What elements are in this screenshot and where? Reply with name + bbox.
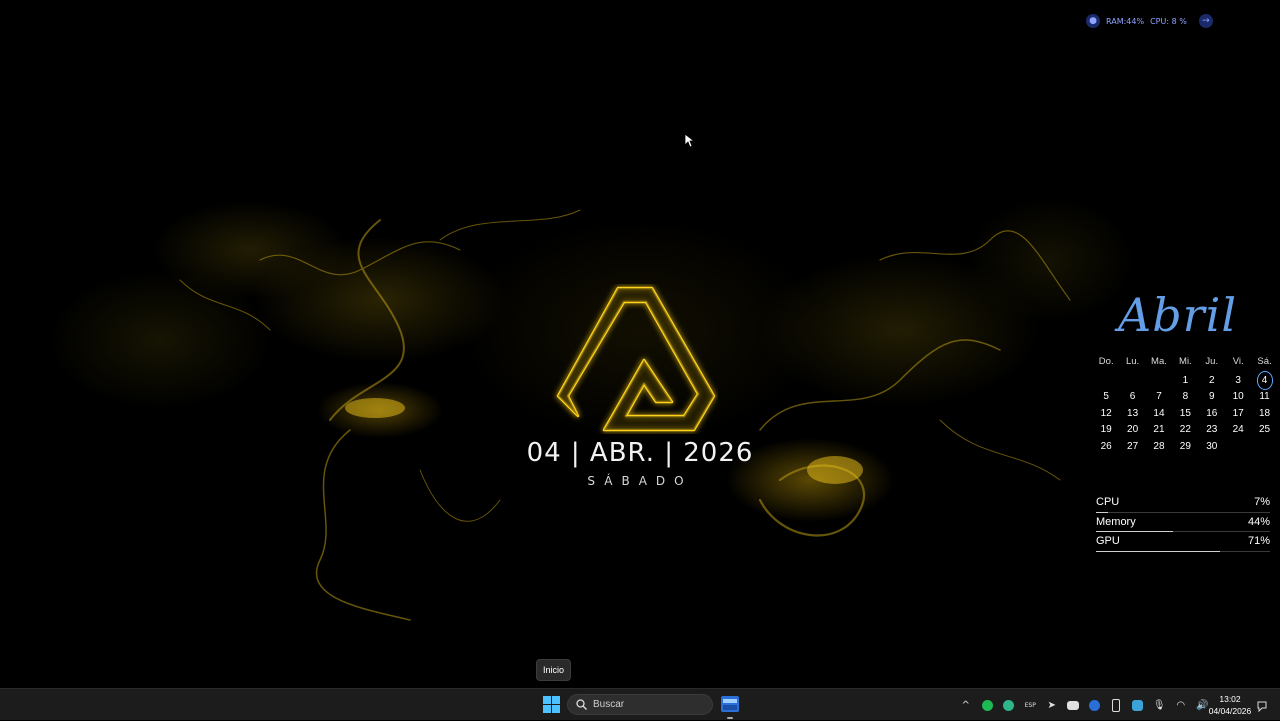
- calendar-day[interactable]: 28: [1146, 438, 1172, 455]
- calendar-day: [1093, 372, 1119, 389]
- calendar-day[interactable]: 17: [1225, 405, 1251, 422]
- telegram-icon[interactable]: ➤: [1041, 689, 1063, 721]
- steam-icon[interactable]: [1084, 689, 1106, 721]
- spotify-icon[interactable]: [977, 689, 999, 721]
- calendar-day[interactable]: 26: [1093, 438, 1119, 455]
- calendar-day[interactable]: 24: [1225, 422, 1251, 439]
- calendar-month-title: Abril: [1118, 288, 1238, 342]
- date-display: 04 | ABR. | 2026: [526, 438, 754, 468]
- search-icon: [576, 699, 587, 710]
- stat-bar-fill: [1096, 550, 1220, 552]
- calendar-day[interactable]: 8: [1172, 389, 1198, 406]
- taskbar-clock[interactable]: 13:02 04/04/2026: [1206, 693, 1254, 717]
- calendar-weekday-header: Ju.: [1205, 355, 1219, 367]
- search-input[interactable]: Buscar: [567, 694, 713, 715]
- start-button[interactable]: [540, 693, 562, 715]
- stat-label: GPU: [1096, 535, 1120, 547]
- keyboard-icon[interactable]: ESP: [1020, 689, 1042, 721]
- edge-icon[interactable]: [998, 689, 1020, 721]
- calendar-day: [1119, 372, 1145, 389]
- stat-bar-fill: [1096, 511, 1109, 513]
- discord-icon[interactable]: [1063, 689, 1085, 721]
- system-monitor-widget[interactable]: ● RAM:44% CPU: 8 % →: [1086, 12, 1213, 30]
- stat-label: Memory: [1096, 515, 1136, 528]
- calendar-day[interactable]: 1: [1172, 372, 1198, 389]
- calendar-day[interactable]: 25: [1251, 422, 1277, 439]
- calendar-weekday-header: Lu.: [1125, 355, 1140, 367]
- skype-icon[interactable]: [1127, 689, 1149, 721]
- calendar-day[interactable]: 6: [1119, 389, 1145, 406]
- calendar-day[interactable]: 14: [1146, 405, 1172, 422]
- calendar-day: [1225, 438, 1251, 455]
- calendar-day[interactable]: 16: [1199, 405, 1225, 422]
- calendar-day[interactable]: 22: [1172, 422, 1198, 439]
- stat-label: CPU: [1096, 496, 1120, 508]
- stat-row-memory: Memory 44%: [1096, 515, 1270, 535]
- mouse-cursor-icon: [684, 133, 694, 148]
- stat-value: 7%: [1254, 496, 1270, 508]
- calendar-weekday-header: Mi.: [1179, 355, 1192, 367]
- calendar-weekday-header: Sá.: [1257, 355, 1272, 367]
- calendar-day[interactable]: 15: [1172, 405, 1198, 422]
- calendar-weekday-header: Vi.: [1232, 355, 1244, 367]
- calendar-day[interactable]: 29: [1172, 438, 1198, 455]
- microphone-icon[interactable]: 🎙: [1149, 689, 1171, 721]
- calendar-weekday-header: Ma.: [1151, 355, 1167, 367]
- weekday-display: SÁBADO: [587, 474, 693, 488]
- calendar-day[interactable]: 5: [1093, 389, 1119, 406]
- calendar-day[interactable]: 4: [1251, 371, 1277, 390]
- calendar-day: [1251, 438, 1277, 455]
- calendar-day[interactable]: 2: [1199, 372, 1225, 389]
- calendar-day[interactable]: 23: [1199, 422, 1225, 439]
- calendar-weekday-header: Do.: [1098, 355, 1114, 367]
- arrow-right-icon[interactable]: →: [1198, 14, 1213, 28]
- calendar-day[interactable]: 21: [1146, 422, 1172, 439]
- stat-bar-track: [1096, 511, 1270, 513]
- brand-logo: [556, 286, 716, 432]
- stat-value: 71%: [1247, 535, 1270, 547]
- stat-row-gpu: GPU 71%: [1096, 534, 1270, 554]
- calendar-day[interactable]: 13: [1119, 405, 1145, 422]
- cpu-usage: CPU: 8 %: [1150, 16, 1187, 26]
- stat-bar-fill: [1096, 531, 1173, 532]
- calendar-day[interactable]: 12: [1093, 405, 1119, 422]
- system-stats-widget: CPU 7% Memory 44% GPU 71%: [1096, 495, 1270, 554]
- calendar-today[interactable]: 4: [1256, 371, 1273, 390]
- calendar-grid: Do. Lu. Ma. Mi. Ju. Vi. Sá. 1 2 3 4 5 6 7 8 9 10 11 12 13 14…: [1093, 350, 1278, 455]
- calendar-day[interactable]: 18: [1251, 405, 1277, 422]
- app-running-indicator: [727, 717, 733, 719]
- microphone-icon: ●: [1086, 14, 1100, 28]
- clock-date: 04/04/2026: [1208, 706, 1252, 716]
- search-placeholder: Buscar: [593, 699, 625, 710]
- notification-icon[interactable]: [1256, 698, 1268, 712]
- ram-usage: RAM:44%: [1106, 16, 1145, 26]
- calendar-day[interactable]: 27: [1119, 438, 1145, 455]
- pinned-app-icon[interactable]: [720, 694, 740, 714]
- stat-row-cpu: CPU 7%: [1096, 495, 1270, 515]
- wifi-icon[interactable]: ◠: [1170, 689, 1192, 721]
- calendar-day[interactable]: 30: [1199, 438, 1225, 455]
- calendar-day[interactable]: 19: [1093, 422, 1119, 439]
- desktop: ● RAM:44% CPU: 8 % → 04 | ABR. | 2026 SÁ…: [0, 0, 1280, 688]
- windows-icon: [542, 695, 560, 713]
- system-tray: ^ ESP ➤ 🎙 ◠ 🔊: [955, 689, 1213, 721]
- calendar-day[interactable]: 7: [1146, 389, 1172, 406]
- calendar-day[interactable]: 20: [1119, 422, 1145, 439]
- usb-icon[interactable]: [1106, 689, 1128, 721]
- stat-value: 44%: [1247, 515, 1270, 528]
- clock-time: 13:02: [1219, 694, 1241, 704]
- start-tooltip: Inicio: [536, 659, 572, 681]
- chevron-up-icon[interactable]: ^: [955, 689, 977, 721]
- calendar-day[interactable]: 3: [1225, 372, 1251, 389]
- calendar-day[interactable]: 9: [1199, 389, 1225, 406]
- calendar-day: [1146, 372, 1172, 389]
- calendar-day[interactable]: 11: [1251, 389, 1277, 406]
- taskbar: Buscar ^ ESP ➤ 🎙 ◠ 🔊 13:02 04/04/2026: [0, 688, 1280, 720]
- calendar-day[interactable]: 10: [1225, 389, 1251, 406]
